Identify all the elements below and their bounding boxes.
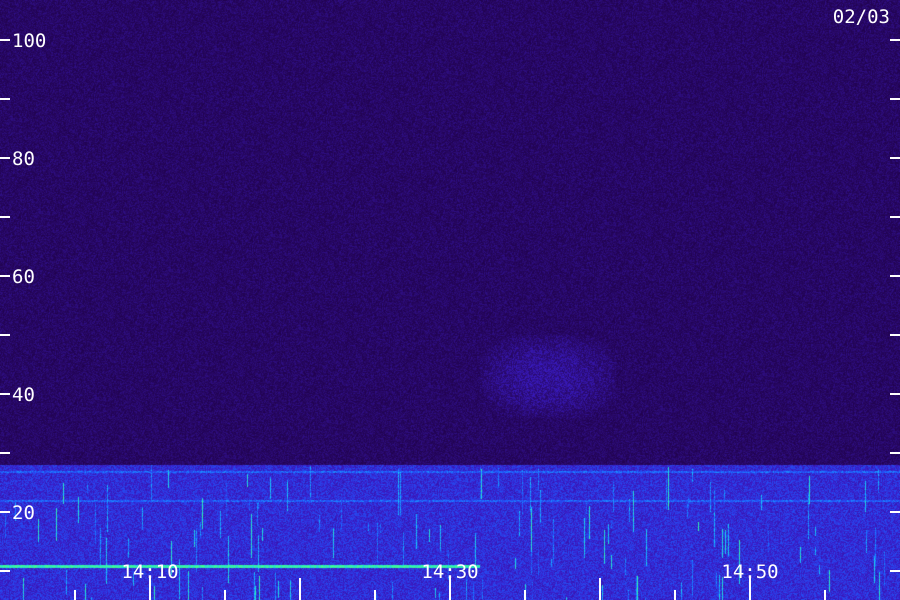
- x-axis-tick-labels: 14:10 14:30 14:50: [121, 561, 778, 583]
- y-axis-left-ticks: [0, 39, 10, 572]
- y-tick-label: 20: [12, 502, 35, 524]
- date-label: 02/03: [833, 6, 890, 28]
- y-tick-label: 100: [12, 30, 46, 52]
- y-tick-label: 80: [12, 148, 35, 170]
- x-tick-label: 14:10: [121, 561, 178, 583]
- y-axis-tick-labels: 20 40 60 80 100: [12, 30, 46, 524]
- chart-overlay: 20 40 60 80 100 14:10 14:30 14:50 02/03: [0, 6, 900, 600]
- y-tick-label: 60: [12, 266, 35, 288]
- y-tick-label: 40: [12, 384, 35, 406]
- x-tick-label: 14:30: [421, 561, 478, 583]
- x-tick-label: 14:50: [721, 561, 778, 583]
- y-axis-right-ticks: [890, 39, 900, 572]
